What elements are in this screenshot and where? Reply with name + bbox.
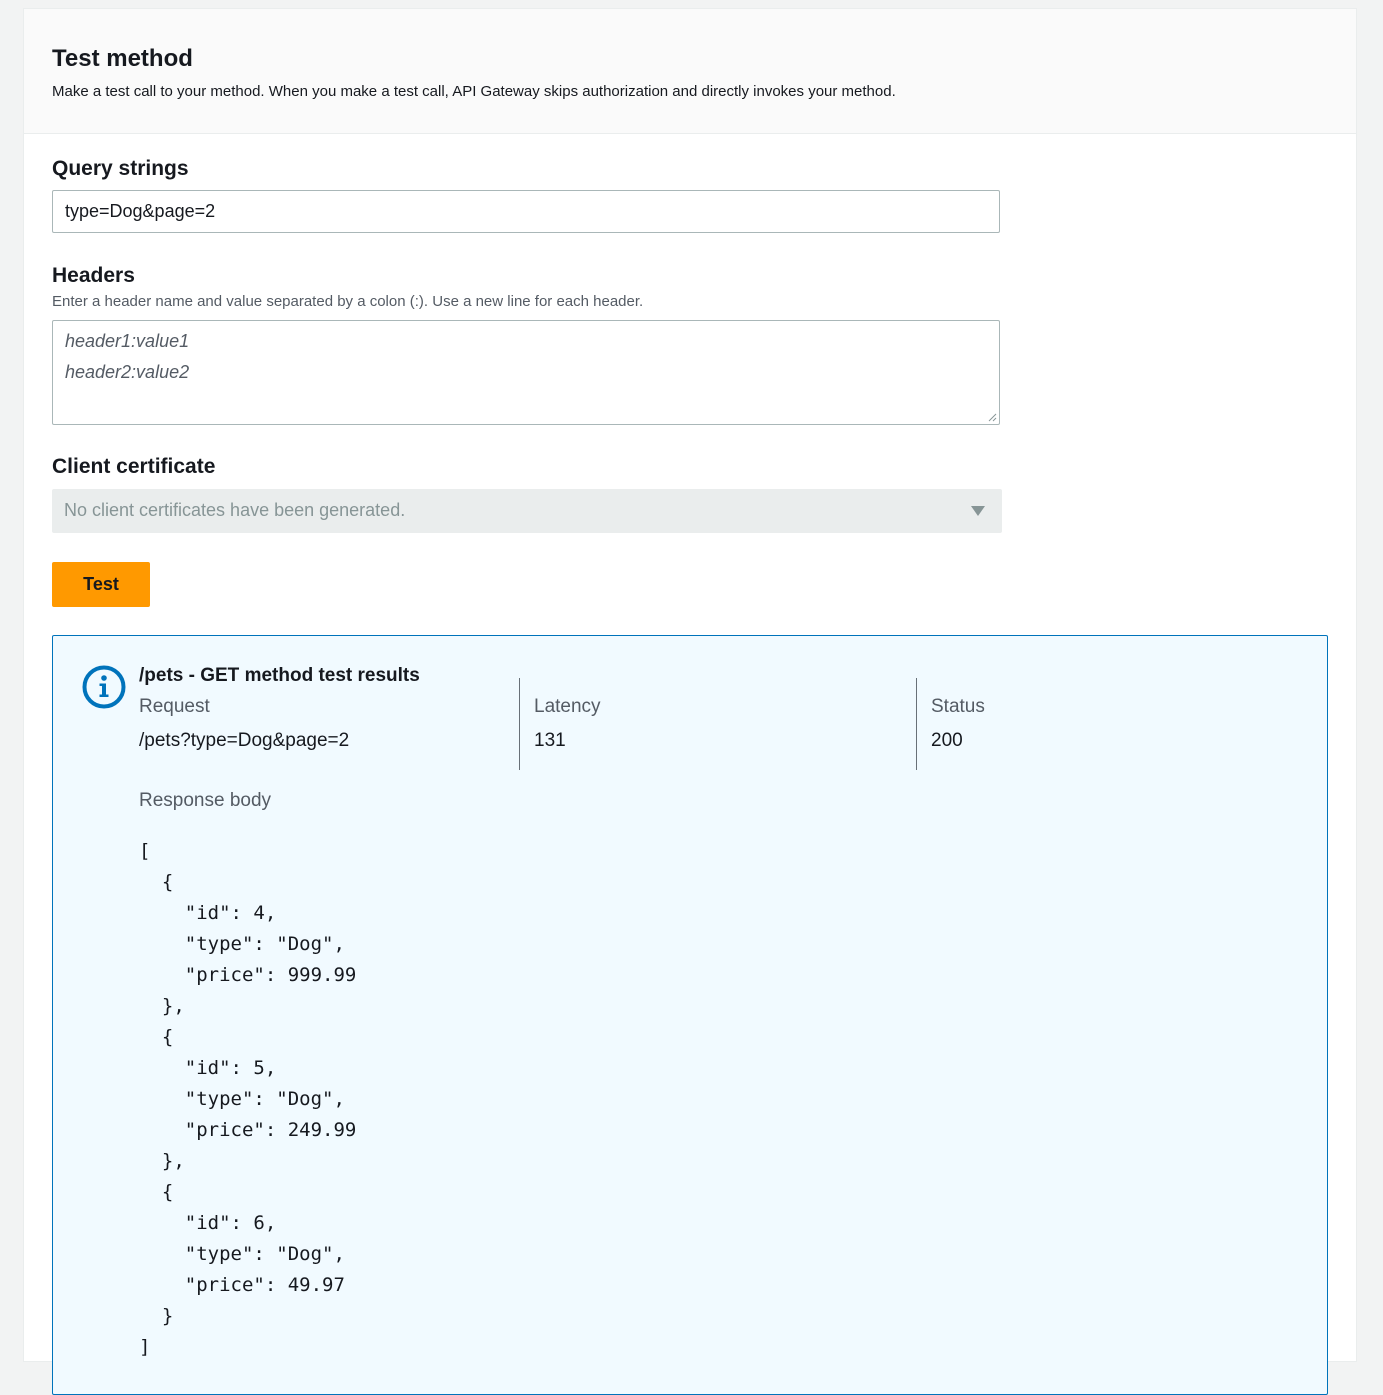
headers-placeholder-line-2: header2:value2 [65,362,190,382]
test-results-panel: /pets - GET method test results Request … [52,635,1328,1395]
caret-down-icon [971,506,985,516]
request-value: /pets?type=Dog&page=2 [139,730,350,751]
query-strings-input[interactable] [52,190,1000,233]
headers-textarea[interactable]: header1:value1 header2:value2 [52,320,1000,425]
status-label: Status [931,696,985,717]
headers-hint: Enter a header name and value separated … [52,293,644,310]
headers-label: Headers [52,264,135,287]
status-value: 200 [931,730,963,751]
query-strings-label: Query strings [52,157,189,180]
test-button[interactable]: Test [52,562,150,607]
status-column: Status 200 [916,678,1297,770]
request-column: Request /pets?type=Dog&page=2 [139,678,519,770]
request-label: Request [139,696,210,717]
client-certificate-select[interactable]: No client certificates have been generat… [52,489,1002,533]
headers-placeholder-line-1: header1:value1 [65,331,190,351]
panel-header: Test method Make a test call to your met… [24,9,1356,134]
test-method-panel: Test method Make a test call to your met… [24,9,1356,1395]
response-body-label: Response body [139,790,272,811]
client-certificate-label: Client certificate [52,455,216,478]
client-certificate-selected-value: No client certificates have been generat… [64,500,406,520]
panel-title: Test method [52,45,193,72]
info-icon [82,665,126,709]
latency-label: Latency [534,696,601,717]
response-body-code: [ { "id": 4, "type": "Dog", "price": 999… [139,840,357,1358]
latency-value: 131 [534,730,566,751]
resize-grip-icon[interactable] [987,412,997,422]
panel-description: Make a test call to your method. When yo… [52,83,896,100]
latency-column: Latency 131 [519,678,916,770]
